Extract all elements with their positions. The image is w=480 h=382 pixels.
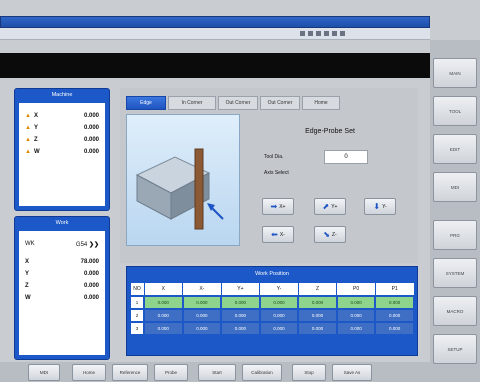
mdi-bottom-button[interactable]: MDI xyxy=(28,364,60,381)
machine-row-y: ▲ Y 0.000 xyxy=(25,125,99,131)
workpiece-probe-icon xyxy=(135,148,224,230)
mdi-button[interactable]: MDI xyxy=(433,172,477,202)
main-button[interactable]: MAIN xyxy=(433,58,477,88)
tab-in-corner[interactable]: In Corner xyxy=(168,96,216,110)
z-minus-button[interactable]: ⬊ Z- xyxy=(314,226,346,243)
save-as-button[interactable]: Save As xyxy=(332,364,372,381)
setup-button[interactable]: SETUP xyxy=(433,334,477,364)
chevron-right-icon[interactable]: ❯❯ xyxy=(89,242,99,248)
work-row-x: X 78.000 xyxy=(25,259,99,265)
warning-icon: ▲ xyxy=(25,137,31,143)
machine-row-z: ▲ Z 0.000 xyxy=(25,137,99,143)
machine-row-w: ▲ W 0.000 xyxy=(25,149,99,155)
message-band xyxy=(0,53,430,78)
table-row[interactable]: 1 0.000 0.000 0.000 0.000 0.000 0.000 0.… xyxy=(129,294,415,310)
status-indicator-icon xyxy=(300,31,305,36)
table-header: NO X X- Y+ Y- Z P0 P1 xyxy=(129,282,415,296)
work-panel: Work WK G54 ❯❯ X 78.000 Y 0.000 Z 0.000 W 0.… xyxy=(14,216,110,360)
reference-button[interactable]: Reference xyxy=(112,364,148,381)
window-title-bar xyxy=(0,16,430,28)
work-row-w: W 0.000 xyxy=(25,295,99,301)
warning-icon: ▲ xyxy=(25,125,31,131)
edit-button[interactable]: EDIT xyxy=(433,134,477,164)
axis-select-label: Axis Select xyxy=(264,170,289,176)
work-position-title: Work Position xyxy=(255,270,289,277)
tool-dia-input[interactable]: 0 xyxy=(324,150,368,164)
x-plus-button[interactable]: ➡ X+ xyxy=(262,198,294,215)
edge-probe-settings: Edge-Probe Set Tool Dia. 0 Axis Select ➡… xyxy=(252,114,408,254)
tool-dia-label: Tool Dia. xyxy=(264,154,284,160)
status-indicator-icon xyxy=(308,31,313,36)
prg-button[interactable]: PRG xyxy=(433,220,477,250)
work-row-y: Y 0.000 xyxy=(25,271,99,277)
machine-values: ▲ X 0.000 ▲ Y 0.000 ▲ Z 0.000 ▲ W 0.000 xyxy=(19,103,105,206)
work-title: Work xyxy=(55,220,69,226)
work-row-z: Z 0.000 xyxy=(25,283,99,289)
tool-button[interactable]: TOOL xyxy=(433,96,477,126)
work-values: WK G54 ❯❯ X 78.000 Y 0.000 Z 0.000 W 0.000 xyxy=(19,231,105,355)
edge-probe-title: Edge-Probe Set xyxy=(305,128,355,135)
table-row[interactable]: 2 0.000 0.000 0.000 0.000 0.000 0.000 0.… xyxy=(129,307,415,323)
tab-home[interactable]: Home xyxy=(302,96,340,110)
bottom-function-bar: MDI Home Reference Probe Start Calibrati… xyxy=(0,362,430,382)
warning-icon: ▲ xyxy=(25,149,31,155)
macro-button[interactable]: MACRO xyxy=(433,296,477,326)
arrow-icon: ➡ xyxy=(270,201,278,211)
system-button[interactable]: SYSTEM xyxy=(433,258,477,288)
warning-icon: ▲ xyxy=(25,113,31,119)
probe-button[interactable]: Probe xyxy=(154,364,188,381)
arrow-icon: ⬊ xyxy=(323,229,330,239)
status-indicator-icon xyxy=(324,31,329,36)
right-function-panel: MAIN TOOL EDIT MDI PRG SYSTEM MACRO SETU… xyxy=(430,40,480,382)
arrow-icon: ⬈ xyxy=(322,201,330,211)
tab-out-corner-1[interactable]: Out Corner xyxy=(218,96,258,110)
tab-out-corner-2[interactable]: Out Corner xyxy=(260,96,300,110)
start-button[interactable]: Start xyxy=(198,364,236,381)
table-row[interactable]: 3 0.000 0.000 0.000 0.000 0.000 0.000 0.… xyxy=(129,320,415,336)
tab-edge[interactable]: Edge xyxy=(126,96,166,110)
machine-row-x: ▲ X 0.000 xyxy=(25,113,99,119)
y-plus-button[interactable]: ⬈ Y+ xyxy=(314,198,346,215)
x-minus-button[interactable]: ⬅ X- xyxy=(262,226,294,243)
arrow-icon: ⬅ xyxy=(271,229,278,239)
work-position-table: NO X X- Y+ Y- Z P0 P1 1 0.000 0.000 0.00… xyxy=(129,282,415,336)
machine-panel: Machine ▲ X 0.000 ▲ Y 0.000 ▲ Z 0.000 ▲ W 0.000 xyxy=(14,88,110,211)
home-button[interactable]: Home xyxy=(72,364,106,381)
stop-button[interactable]: Stop xyxy=(292,364,326,381)
calibration-button[interactable]: Calibration xyxy=(242,364,282,381)
y-minus-button[interactable]: ⬇ Y- xyxy=(364,198,396,215)
status-indicator-icon xyxy=(340,31,345,36)
machine-title: Machine xyxy=(51,92,73,98)
work-header: WK G54 ❯❯ xyxy=(25,241,99,248)
arrow-icon: ⬇ xyxy=(373,201,381,211)
work-position-panel: Work Position NO X X- Y+ Y- Z P0 P1 1 0.… xyxy=(126,266,418,356)
probe-illustration xyxy=(126,114,240,246)
status-indicator-icon xyxy=(316,31,321,36)
status-bar xyxy=(0,28,430,40)
status-indicator-icon xyxy=(332,31,337,36)
